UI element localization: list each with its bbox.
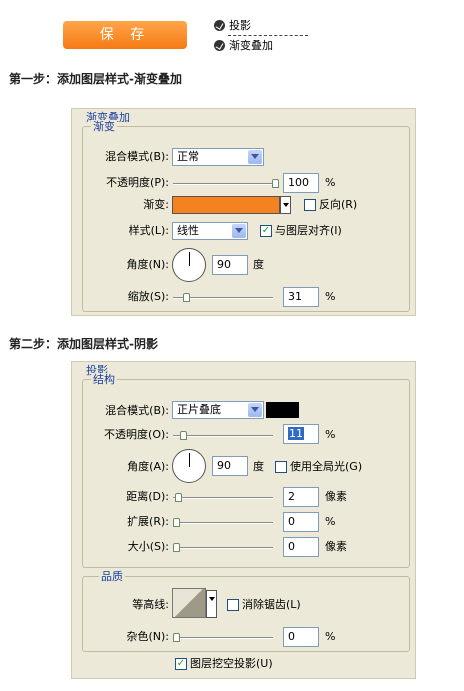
- spread-slider-thumb[interactable]: [173, 518, 180, 527]
- spread-label: 扩展(R):: [127, 515, 169, 528]
- angle-label: 角度(A):: [127, 460, 169, 473]
- scale-unit: %: [325, 290, 336, 303]
- noise-slider-thumb[interactable]: [173, 633, 180, 642]
- reverse-checkbox[interactable]: [304, 199, 316, 211]
- quality-group: 品质 等高线: 消除锯齿(L) 杂色(N): 0 %: [82, 570, 410, 652]
- gradient-label: 渐变:: [143, 198, 169, 211]
- angle-input[interactable]: 90: [212, 456, 248, 476]
- drop-shadow-panel: 投影 结构 混合模式(B): 正片叠底 不透明度(O): 11 % 角度(A):…: [71, 361, 416, 679]
- toc-link-shadow[interactable]: 投影: [214, 18, 251, 34]
- anti-alias-checkbox[interactable]: [227, 599, 239, 611]
- layer-knockout-label: 图层挖空投影(U): [190, 657, 273, 670]
- global-light-checkbox[interactable]: [275, 461, 287, 473]
- group-title: 品质: [99, 570, 125, 583]
- chevron-down-icon: [248, 403, 262, 417]
- blend-mode-select[interactable]: 正片叠底: [172, 401, 264, 419]
- angle-label: 角度(N):: [126, 258, 169, 271]
- toc-divider: [228, 35, 308, 36]
- size-unit: 像素: [325, 540, 347, 553]
- opacity-input[interactable]: 11: [283, 424, 319, 444]
- contour-dropdown-button[interactable]: [206, 590, 217, 618]
- gradient-dropdown-button[interactable]: [280, 196, 291, 214]
- shadow-color-swatch[interactable]: [266, 402, 299, 418]
- opacity-unit: %: [325, 176, 336, 189]
- style-label: 样式(L):: [128, 224, 169, 237]
- distance-slider-track[interactable]: [173, 497, 273, 499]
- anti-alias-label: 消除锯齿(L): [242, 598, 301, 611]
- gradient-overlay-panel: 渐变叠加 渐变 混合模式(B): 正常 不透明度(P): 100 % 渐变: 反…: [71, 108, 416, 316]
- gradient-group: 渐变 混合模式(B): 正常 不透明度(P): 100 % 渐变: 反向(R) …: [82, 120, 410, 312]
- size-slider-thumb[interactable]: [173, 543, 180, 552]
- blend-mode-select[interactable]: 正常: [172, 148, 264, 166]
- distance-input[interactable]: 2: [283, 487, 319, 507]
- blend-mode-label: 混合模式(B):: [105, 150, 169, 163]
- opacity-slider-track[interactable]: [173, 183, 279, 185]
- contour-label: 等高线:: [132, 598, 169, 611]
- noise-input[interactable]: 0: [283, 627, 319, 647]
- group-title: 渐变: [91, 120, 117, 133]
- opacity-label: 不透明度(P):: [106, 176, 169, 189]
- noise-slider-track[interactable]: [173, 637, 273, 639]
- spread-input[interactable]: 0: [283, 512, 319, 532]
- scale-input[interactable]: 31: [283, 287, 319, 307]
- contour-preview[interactable]: [172, 588, 206, 618]
- chevron-down-icon: [248, 150, 262, 164]
- save-button[interactable]: 保 存: [63, 21, 187, 49]
- opacity-slider-thumb[interactable]: [180, 431, 187, 440]
- noise-unit: %: [325, 630, 336, 643]
- spread-slider-track[interactable]: [173, 522, 273, 524]
- spread-unit: %: [325, 515, 336, 528]
- opacity-label: 不透明度(O):: [104, 428, 169, 441]
- step2-title: 第二步：添加图层样式-阴影: [9, 337, 158, 351]
- angle-unit: 度: [253, 460, 264, 473]
- structure-group: 结构 混合模式(B): 正片叠底 不透明度(O): 11 % 角度(A): 90…: [82, 373, 410, 568]
- size-label: 大小(S):: [127, 540, 169, 553]
- distance-slider-thumb[interactable]: [175, 493, 182, 502]
- size-input[interactable]: 0: [283, 537, 319, 557]
- size-slider-track[interactable]: [173, 547, 273, 549]
- scale-slider-thumb[interactable]: [183, 293, 190, 302]
- angle-input[interactable]: 90: [212, 255, 248, 275]
- blend-mode-label: 混合模式(B):: [105, 404, 169, 417]
- angle-dial[interactable]: [172, 449, 206, 483]
- opacity-slider-track[interactable]: [173, 435, 273, 437]
- angle-dial[interactable]: [172, 248, 206, 282]
- align-with-layer-checkbox[interactable]: ✓: [260, 225, 272, 237]
- chevron-down-icon: [232, 224, 246, 238]
- bullet-icon: [214, 40, 225, 51]
- step1-title: 第一步：添加图层样式-渐变叠加: [9, 72, 182, 86]
- opacity-input[interactable]: 100: [283, 173, 319, 193]
- global-light-label: 使用全局光(G): [290, 460, 363, 473]
- noise-label: 杂色(N):: [126, 630, 169, 643]
- scale-label: 缩放(S):: [127, 290, 169, 303]
- gradient-swatch[interactable]: [172, 196, 280, 214]
- opacity-slider-thumb[interactable]: [272, 179, 279, 188]
- style-select[interactable]: 线性: [172, 222, 248, 240]
- distance-unit: 像素: [325, 490, 347, 503]
- group-title: 结构: [91, 373, 117, 386]
- angle-unit: 度: [253, 258, 264, 271]
- reverse-label: 反向(R): [319, 198, 358, 211]
- align-with-layer-label: 与图层对齐(I): [275, 224, 342, 237]
- layer-knockout-checkbox[interactable]: ✓: [175, 658, 187, 670]
- toc-link-gradient-overlay[interactable]: 渐变叠加: [214, 38, 273, 54]
- bullet-icon: [214, 20, 225, 31]
- distance-label: 距离(D):: [126, 490, 169, 503]
- opacity-unit: %: [325, 428, 336, 441]
